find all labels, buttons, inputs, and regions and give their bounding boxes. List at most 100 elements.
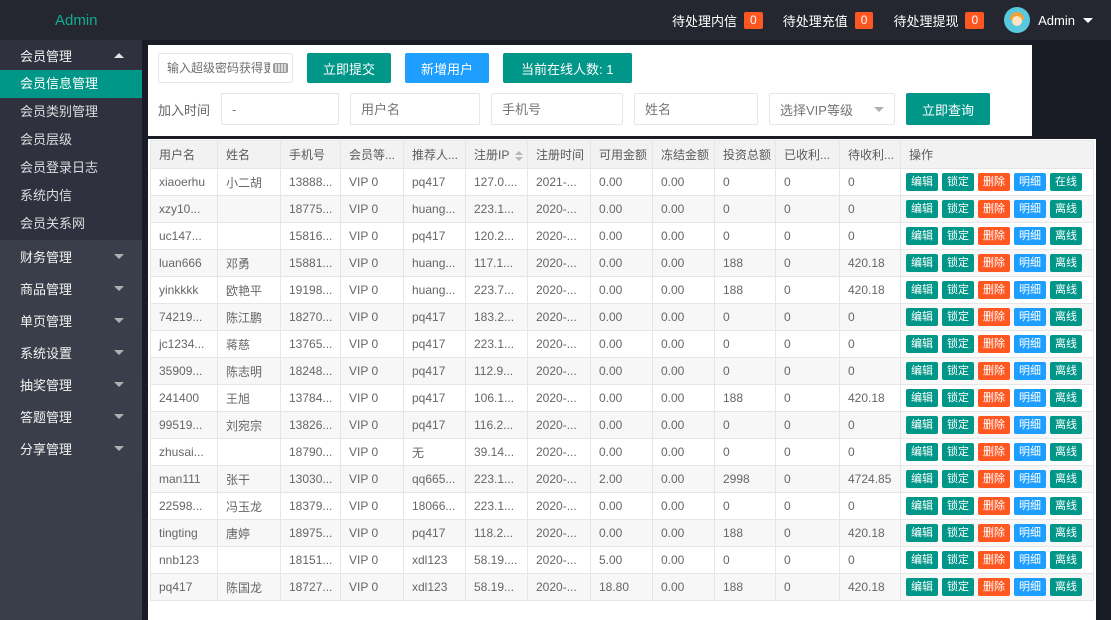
user-menu[interactable]: Admin — [1004, 7, 1093, 33]
topbar-badge-item[interactable]: 待处理内信0 — [672, 11, 763, 30]
sidebar-item-会员层级[interactable]: 会员层级 — [0, 126, 142, 154]
sidebar-group-单页管理[interactable]: 单页管理 — [0, 304, 142, 336]
detail-button[interactable]: 明细 — [1014, 443, 1046, 461]
edit-button[interactable]: 编辑 — [906, 362, 938, 380]
delete-button[interactable]: 删除 — [978, 416, 1010, 434]
delete-button[interactable]: 删除 — [978, 173, 1010, 191]
detail-button[interactable]: 明细 — [1014, 389, 1046, 407]
delete-button[interactable]: 删除 — [978, 389, 1010, 407]
status-button[interactable]: 离线 — [1050, 389, 1082, 407]
lock-button[interactable]: 锁定 — [942, 335, 974, 353]
lock-button[interactable]: 锁定 — [942, 551, 974, 569]
edit-button[interactable]: 编辑 — [906, 524, 938, 542]
edit-button[interactable]: 编辑 — [906, 443, 938, 461]
sidebar-group-商品管理[interactable]: 商品管理 — [0, 272, 142, 304]
detail-button[interactable]: 明细 — [1014, 551, 1046, 569]
sidebar-group-答题管理[interactable]: 答题管理 — [0, 400, 142, 432]
edit-button[interactable]: 编辑 — [906, 308, 938, 326]
status-button[interactable]: 离线 — [1050, 281, 1082, 299]
query-button[interactable]: 立即查询 — [906, 93, 990, 125]
delete-button[interactable]: 删除 — [978, 497, 1010, 515]
detail-button[interactable]: 明细 — [1014, 578, 1046, 596]
status-button[interactable]: 离线 — [1050, 308, 1082, 326]
detail-button[interactable]: 明细 — [1014, 254, 1046, 272]
sidebar-item-会员关系网[interactable]: 会员关系网 — [0, 210, 142, 238]
detail-button[interactable]: 明细 — [1014, 362, 1046, 380]
phone-input[interactable] — [491, 93, 623, 125]
join-time-input[interactable] — [221, 93, 339, 125]
delete-button[interactable]: 删除 — [978, 578, 1010, 596]
app-logo[interactable]: Admin — [0, 12, 142, 29]
delete-button[interactable]: 删除 — [978, 200, 1010, 218]
delete-button[interactable]: 删除 — [978, 281, 1010, 299]
sort-icon[interactable] — [515, 151, 523, 161]
detail-button[interactable]: 明细 — [1014, 200, 1046, 218]
edit-button[interactable]: 编辑 — [906, 497, 938, 515]
edit-button[interactable]: 编辑 — [906, 389, 938, 407]
edit-button[interactable]: 编辑 — [906, 551, 938, 569]
detail-button[interactable]: 明细 — [1014, 497, 1046, 515]
detail-button[interactable]: 明细 — [1014, 524, 1046, 542]
sidebar-group-会员管理[interactable]: 会员管理 — [0, 40, 142, 70]
sidebar-group-系统设置[interactable]: 系统设置 — [0, 336, 142, 368]
lock-button[interactable]: 锁定 — [942, 281, 974, 299]
detail-button[interactable]: 明细 — [1014, 308, 1046, 326]
detail-button[interactable]: 明细 — [1014, 335, 1046, 353]
delete-button[interactable]: 删除 — [978, 308, 1010, 326]
detail-button[interactable]: 明细 — [1014, 227, 1046, 245]
lock-button[interactable]: 锁定 — [942, 389, 974, 407]
status-button[interactable]: 离线 — [1050, 416, 1082, 434]
delete-button[interactable]: 删除 — [978, 524, 1010, 542]
lock-button[interactable]: 锁定 — [942, 254, 974, 272]
edit-button[interactable]: 编辑 — [906, 173, 938, 191]
edit-button[interactable]: 编辑 — [906, 281, 938, 299]
edit-button[interactable]: 编辑 — [906, 416, 938, 434]
delete-button[interactable]: 删除 — [978, 470, 1010, 488]
lock-button[interactable]: 锁定 — [942, 524, 974, 542]
detail-button[interactable]: 明细 — [1014, 416, 1046, 434]
edit-button[interactable]: 编辑 — [906, 470, 938, 488]
sidebar-group-抽奖管理[interactable]: 抽奖管理 — [0, 368, 142, 400]
lock-button[interactable]: 锁定 — [942, 227, 974, 245]
detail-button[interactable]: 明细 — [1014, 281, 1046, 299]
status-button[interactable]: 离线 — [1050, 200, 1082, 218]
status-button[interactable]: 离线 — [1050, 362, 1082, 380]
lock-button[interactable]: 锁定 — [942, 308, 974, 326]
status-button[interactable]: 离线 — [1050, 551, 1082, 569]
sidebar-item-系统内信[interactable]: 系统内信 — [0, 182, 142, 210]
delete-button[interactable]: 删除 — [978, 227, 1010, 245]
username-input[interactable] — [350, 93, 480, 125]
edit-button[interactable]: 编辑 — [906, 227, 938, 245]
add-user-button[interactable]: 新增用户 — [405, 53, 489, 83]
status-button[interactable]: 离线 — [1050, 227, 1082, 245]
delete-button[interactable]: 删除 — [978, 443, 1010, 461]
delete-button[interactable]: 删除 — [978, 551, 1010, 569]
status-button[interactable]: 离线 — [1050, 254, 1082, 272]
status-button[interactable]: 离线 — [1050, 335, 1082, 353]
lock-button[interactable]: 锁定 — [942, 497, 974, 515]
delete-button[interactable]: 删除 — [978, 362, 1010, 380]
edit-button[interactable]: 编辑 — [906, 254, 938, 272]
lock-button[interactable]: 锁定 — [942, 200, 974, 218]
detail-button[interactable]: 明细 — [1014, 173, 1046, 191]
topbar-badge-item[interactable]: 待处理提现0 — [893, 11, 984, 30]
lock-button[interactable]: 锁定 — [942, 173, 974, 191]
lock-button[interactable]: 锁定 — [942, 362, 974, 380]
delete-button[interactable]: 删除 — [978, 335, 1010, 353]
status-button[interactable]: 离线 — [1050, 443, 1082, 461]
submit-password-button[interactable]: 立即提交 — [307, 53, 391, 83]
status-button[interactable]: 离线 — [1050, 470, 1082, 488]
status-button[interactable]: 离线 — [1050, 578, 1082, 596]
edit-button[interactable]: 编辑 — [906, 335, 938, 353]
lock-button[interactable]: 锁定 — [942, 416, 974, 434]
vip-level-select[interactable]: 选择VIP等级 — [769, 93, 895, 125]
detail-button[interactable]: 明细 — [1014, 470, 1046, 488]
delete-button[interactable]: 删除 — [978, 254, 1010, 272]
lock-button[interactable]: 锁定 — [942, 470, 974, 488]
edit-button[interactable]: 编辑 — [906, 200, 938, 218]
status-button[interactable]: 在线 — [1050, 173, 1082, 191]
sidebar-item-会员类别管理[interactable]: 会员类别管理 — [0, 98, 142, 126]
lock-button[interactable]: 锁定 — [942, 578, 974, 596]
edit-button[interactable]: 编辑 — [906, 578, 938, 596]
sidebar-group-财务管理[interactable]: 财务管理 — [0, 240, 142, 272]
